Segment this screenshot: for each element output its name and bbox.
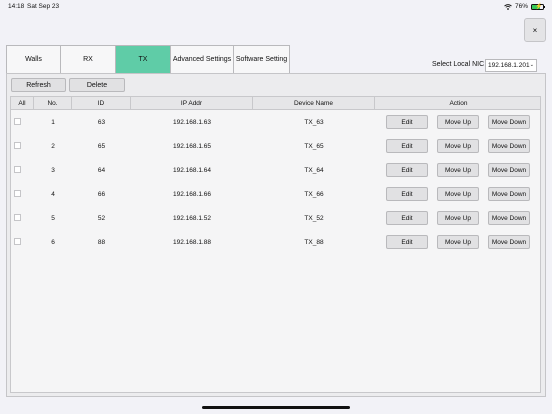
battery-percent: 76% — [514, 3, 528, 10]
cell-no: 5 — [51, 214, 55, 222]
cell-device-name: TX_64 — [304, 166, 324, 174]
nic-value: 192.168.1.201 — [488, 62, 530, 69]
move-up-button[interactable]: Move Up — [437, 211, 479, 225]
table-row: 4 66 192.168.1.66 TX_66 Edit Move Up Move Down — [11, 182, 540, 206]
move-down-button[interactable]: Move Down — [488, 187, 530, 201]
cell-ip-addr: 192.168.1.52 — [173, 214, 211, 222]
close-icon: × — [532, 25, 538, 35]
edit-button[interactable]: Edit — [386, 187, 428, 201]
move-up-button[interactable]: Move Up — [437, 163, 479, 177]
cell-device-name: TX_66 — [304, 190, 324, 198]
device-table: All No. ID IP Addr Device Name Action 1 6… — [10, 96, 541, 393]
tab-tx[interactable]: TX — [115, 45, 171, 74]
tab-walls[interactable]: Walls — [6, 45, 61, 74]
edit-button[interactable]: Edit — [386, 115, 428, 129]
home-indicator — [202, 406, 350, 409]
cell-device-name: TX_65 — [304, 142, 324, 150]
table-row: 2 65 192.168.1.65 TX_65 Edit Move Up Move Down — [11, 134, 540, 158]
cell-device-name: TX_88 — [304, 238, 324, 246]
cell-id: 88 — [97, 238, 106, 246]
battery-charging-icon: ⚡ — [531, 3, 545, 10]
header-id: ID — [72, 97, 131, 109]
cell-ip-addr: 192.168.1.64 — [173, 166, 211, 174]
move-up-button[interactable]: Move Up — [437, 187, 479, 201]
table-row: 1 63 192.168.1.63 TX_63 Edit Move Up Move Down — [11, 110, 540, 134]
row-checkbox[interactable] — [14, 238, 21, 245]
status-time: 14:18 — [8, 3, 25, 10]
edit-button[interactable]: Edit — [386, 211, 428, 225]
row-checkbox[interactable] — [14, 118, 21, 125]
row-checkbox[interactable] — [14, 214, 21, 221]
edit-button[interactable]: Edit — [386, 139, 428, 153]
delete-button[interactable]: Delete — [69, 78, 125, 92]
row-checkbox[interactable] — [14, 166, 21, 173]
tab-rx[interactable]: RX — [60, 45, 116, 74]
cell-id: 65 — [97, 142, 106, 150]
move-down-button[interactable]: Move Down — [488, 139, 530, 153]
cell-id: 63 — [97, 118, 106, 126]
header-all[interactable]: All — [11, 97, 34, 109]
cell-no: 2 — [51, 142, 55, 150]
move-up-button[interactable]: Move Up — [437, 115, 479, 129]
edit-button[interactable]: Edit — [386, 235, 428, 249]
cell-id: 52 — [97, 214, 106, 222]
row-checkbox[interactable] — [14, 190, 21, 197]
tab-software-setting[interactable]: Software Setting — [233, 45, 290, 74]
cell-no: 6 — [51, 238, 55, 246]
move-down-button[interactable]: Move Down — [488, 163, 530, 177]
move-down-button[interactable]: Move Down — [488, 115, 530, 129]
status-date: Sat Sep 23 — [27, 3, 60, 10]
header-no: No. — [34, 97, 72, 109]
move-down-button[interactable]: Move Down — [488, 235, 530, 249]
status-bar: 14:18 Sat Sep 23 76% ⚡ — [0, 0, 552, 14]
nic-label: Select Local NIC — [432, 61, 485, 68]
row-checkbox[interactable] — [14, 142, 21, 149]
cell-ip-addr: 192.168.1.63 — [173, 118, 211, 126]
table-header: All No. ID IP Addr Device Name Action — [11, 97, 540, 110]
cell-device-name: TX_52 — [304, 214, 324, 222]
status-right: 76% ⚡ — [504, 3, 545, 10]
header-device-name: Device Name — [253, 97, 375, 109]
chevron-down-icon: ⌄ — [529, 62, 534, 68]
cell-no: 1 — [51, 118, 55, 126]
cell-id: 66 — [97, 190, 106, 198]
close-button[interactable]: × — [524, 18, 546, 42]
nic-select[interactable]: 192.168.1.201 ⌄ — [485, 59, 537, 72]
cell-ip-addr: 192.168.1.66 — [173, 190, 211, 198]
cell-device-name: TX_63 — [304, 118, 324, 126]
cell-no: 3 — [51, 166, 55, 174]
cell-id: 64 — [97, 166, 106, 174]
refresh-button[interactable]: Refresh — [11, 78, 66, 92]
table-row: 5 52 192.168.1.52 TX_52 Edit Move Up Move Down — [11, 206, 540, 230]
tab-advanced-settings[interactable]: Advanced Settings — [170, 45, 234, 74]
move-down-button[interactable]: Move Down — [488, 211, 530, 225]
cell-no: 4 — [51, 190, 55, 198]
header-action: Action — [449, 99, 468, 107]
wifi-icon — [504, 3, 512, 10]
table-row: 6 88 192.168.1.88 TX_88 Edit Move Up Move Down — [11, 230, 540, 254]
table-row: 3 64 192.168.1.64 TX_64 Edit Move Up Move Down — [11, 158, 540, 182]
cell-ip-addr: 192.168.1.65 — [173, 142, 211, 150]
edit-button[interactable]: Edit — [386, 163, 428, 177]
move-up-button[interactable]: Move Up — [437, 235, 479, 249]
move-up-button[interactable]: Move Up — [437, 139, 479, 153]
header-ip-addr: IP Addr — [131, 97, 253, 109]
cell-ip-addr: 192.168.1.88 — [173, 238, 211, 246]
